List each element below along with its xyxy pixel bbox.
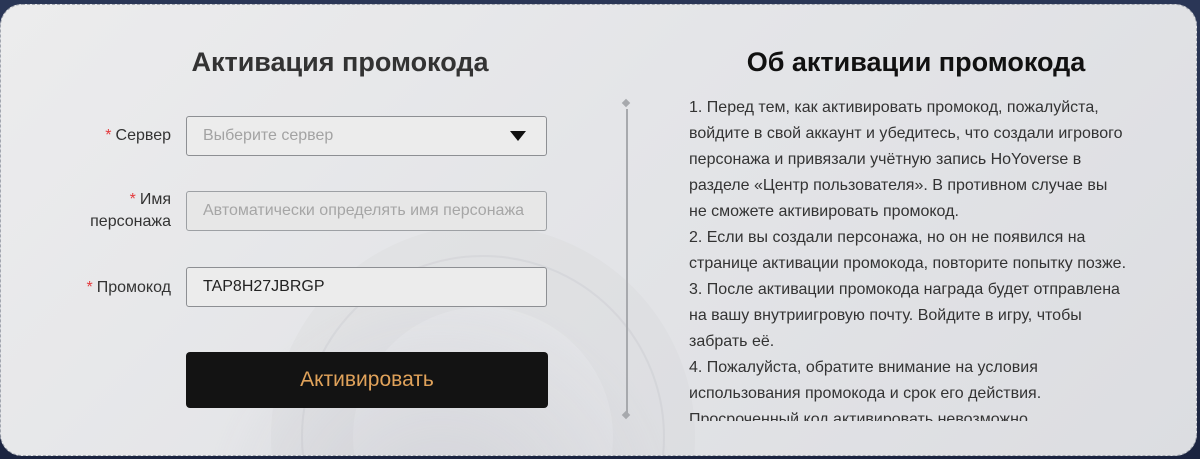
info-title: Об активации промокода [746, 47, 1086, 77]
character-name-field [186, 191, 547, 231]
info-item: 2. Если вы создали персонажа, но он не п… [689, 229, 1127, 272]
info-item: 3. После активации промокода награда буд… [689, 281, 1120, 350]
required-mark: * [129, 191, 136, 208]
character-label: * Имя персонажа [90, 191, 171, 230]
form-title: Активация промокода [191, 47, 489, 77]
character-name-input [203, 202, 530, 220]
chevron-down-icon[interactable] [510, 131, 526, 141]
divider-bottom-diamond [621, 410, 631, 420]
server-select[interactable]: Выберите сервер [186, 116, 547, 156]
divider-line [626, 109, 628, 414]
server-label: * Сервер [105, 127, 171, 144]
divider-top-diamond [621, 98, 631, 108]
info-item: 4. Пожалуйста, обратите внимание на усло… [689, 359, 1042, 421]
required-mark: * [86, 279, 93, 296]
activate-button[interactable]: Активировать [186, 352, 548, 408]
required-mark: * [105, 127, 112, 144]
code-label: * Промокод [86, 279, 172, 296]
promo-code-field[interactable] [186, 267, 547, 307]
info-item: 1. Перед тем, как активировать промокод,… [689, 99, 1123, 220]
info-text-scroll[interactable]: 1. Перед тем, как активировать промокод,… [689, 95, 1129, 421]
promo-card: Активация промокода * Сервер Выберите сер… [0, 4, 1197, 456]
server-select-placeholder: Выберите сервер [203, 127, 334, 144]
promo-code-input[interactable] [203, 278, 530, 296]
